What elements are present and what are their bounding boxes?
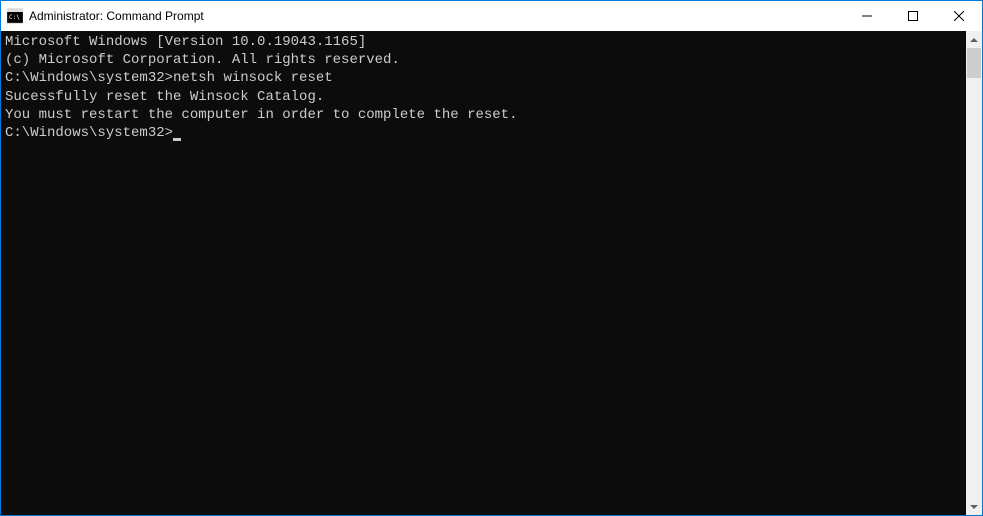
prompt: C:\Windows\system32>: [5, 125, 173, 141]
prompt: C:\Windows\system32>: [5, 70, 173, 86]
cmd-icon: C:\: [7, 8, 23, 24]
minimize-button[interactable]: [844, 1, 890, 31]
window-title: Administrator: Command Prompt: [29, 9, 844, 23]
current-prompt-line: C:\Windows\system32>: [5, 124, 962, 142]
window-controls: [844, 1, 982, 31]
vertical-scrollbar[interactable]: [966, 31, 982, 515]
cursor: [173, 138, 181, 141]
command-prompt-window: C:\ Administrator: Command Prompt Micros…: [0, 0, 983, 516]
close-button[interactable]: [936, 1, 982, 31]
output-line: Sucessfully reset the Winsock Catalog.: [5, 88, 962, 106]
titlebar[interactable]: C:\ Administrator: Command Prompt: [1, 1, 982, 31]
output-line: (c) Microsoft Corporation. All rights re…: [5, 51, 962, 69]
svg-text:C:\: C:\: [9, 14, 20, 21]
scroll-down-button[interactable]: [966, 498, 982, 515]
output-line: Microsoft Windows [Version 10.0.19043.11…: [5, 33, 962, 51]
console-area: Microsoft Windows [Version 10.0.19043.11…: [1, 31, 982, 515]
console-output[interactable]: Microsoft Windows [Version 10.0.19043.11…: [1, 31, 966, 515]
command-text: netsh winsock reset: [173, 70, 333, 86]
scroll-thumb[interactable]: [967, 48, 981, 78]
maximize-button[interactable]: [890, 1, 936, 31]
scroll-up-button[interactable]: [966, 31, 982, 48]
command-line: C:\Windows\system32>netsh winsock reset: [5, 69, 962, 87]
output-line: You must restart the computer in order t…: [5, 106, 962, 124]
